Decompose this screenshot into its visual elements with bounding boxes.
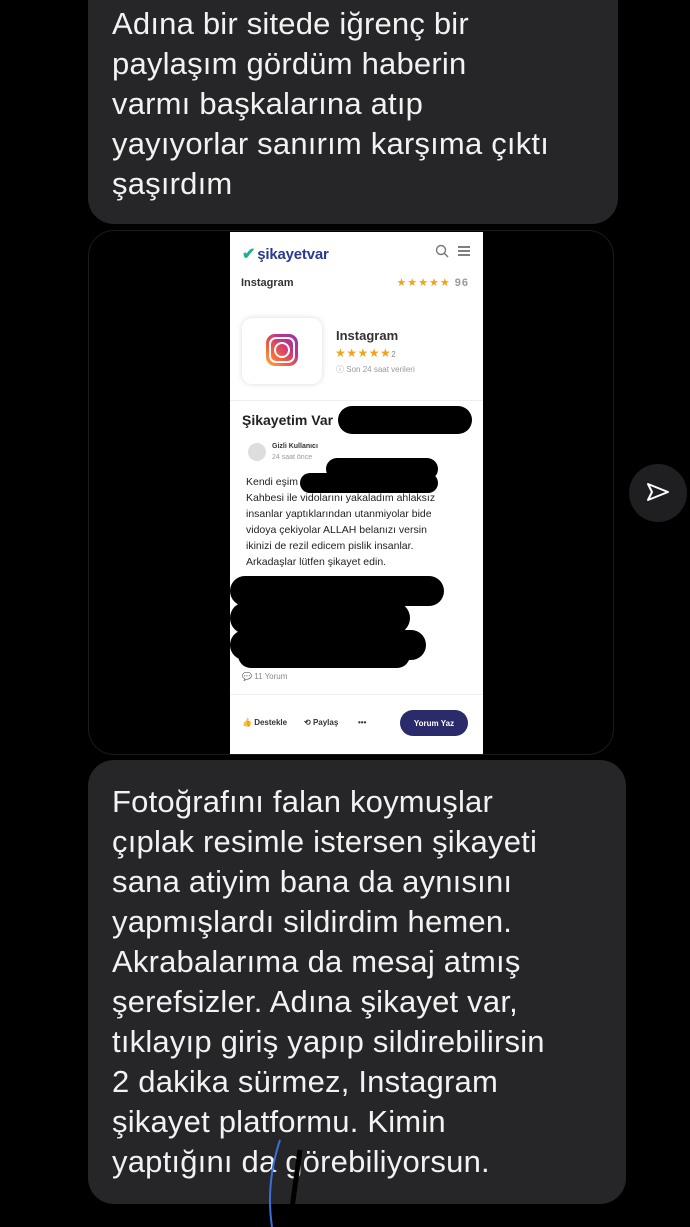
message-text: Adına bir sitede iğrenç bir paylaşım gör… bbox=[112, 6, 550, 201]
complaint-title: Şikayetim Var bbox=[242, 412, 334, 428]
divider bbox=[230, 400, 483, 401]
redaction-mark bbox=[238, 642, 410, 668]
divider bbox=[230, 694, 483, 695]
complaint-screenshot: ✔ şikayetvar Instagram ★★★★★ 96 Instagram … bbox=[230, 232, 483, 754]
share-icon: ⟲ bbox=[304, 718, 313, 727]
check-logo-icon: ✔ bbox=[242, 246, 256, 263]
support-action: 👍 Destekle bbox=[242, 718, 288, 727]
write-comment-button: Yorum Yaz bbox=[400, 710, 468, 736]
thumbs-up-icon: 👍 bbox=[242, 718, 255, 727]
sikayetvar-logo: ✔ şikayetvar bbox=[242, 246, 329, 263]
card-rating: ★★★★★2 bbox=[335, 346, 397, 360]
card-title: Instagram bbox=[336, 328, 399, 343]
share-button[interactable] bbox=[629, 464, 687, 522]
shared-image-message[interactable]: ✔ şikayetvar Instagram ★★★★★ 96 Instagram … bbox=[88, 230, 614, 755]
message-bubble-incoming[interactable]: Fotoğrafını falan koymuşlar çıplak resim… bbox=[88, 760, 626, 1204]
user-name: Gizli Kullanıcı bbox=[272, 443, 318, 450]
site-top-icons bbox=[435, 244, 471, 258]
brand-card bbox=[242, 318, 322, 384]
post-time: 24 saat önce bbox=[272, 454, 313, 461]
comment-count: 💬 11 Yorum bbox=[242, 672, 288, 681]
send-icon bbox=[647, 483, 669, 501]
brand-rating: ★★★★★ 96 bbox=[396, 277, 469, 289]
message-text: Fotoğrafını falan koymuşlar çıplak resim… bbox=[112, 784, 545, 1179]
avatar bbox=[248, 443, 266, 461]
redaction-mark bbox=[338, 406, 472, 434]
brand-label: Instagram bbox=[241, 277, 294, 289]
card-note: ⓘ Son 24 saat verileri bbox=[336, 365, 415, 374]
search-icon bbox=[435, 244, 449, 258]
more-action: ••• bbox=[358, 718, 367, 727]
share-action: ⟲ Paylaş bbox=[304, 718, 339, 727]
comment-icon: 💬 bbox=[242, 672, 255, 681]
instagram-icon bbox=[266, 334, 298, 366]
menu-icon bbox=[458, 246, 470, 256]
info-icon: ⓘ bbox=[336, 365, 347, 374]
redaction-mark bbox=[300, 473, 438, 493]
message-bubble-incoming[interactable]: Adına bir sitede iğrenç bir paylaşım gör… bbox=[88, 0, 618, 224]
